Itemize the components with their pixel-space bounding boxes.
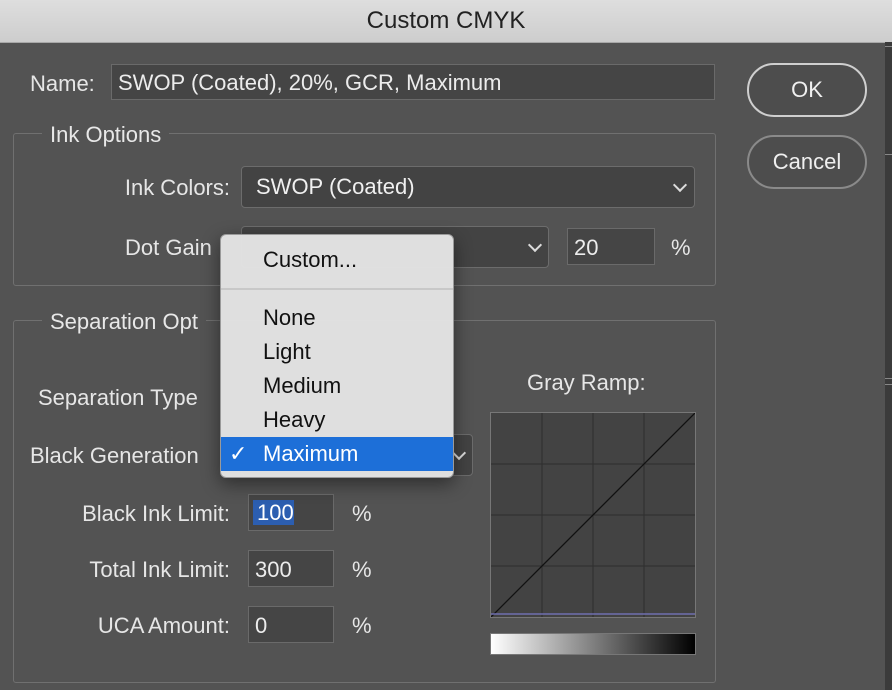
chevron-down-icon [672,177,688,193]
gray-ramp-curve [491,413,695,617]
black-ink-limit-value: 100 [253,500,294,525]
window-title: Custom CMYK [366,7,526,34]
name-field[interactable]: SWOP (Coated), 20%, GCR, Maximum [111,64,715,100]
checkmark-icon: ✓ [229,441,248,466]
total-ink-limit-label: Total Ink Limit: [89,557,230,582]
black-ink-limit-unit: % [352,501,372,526]
chevron-down-icon [451,445,467,461]
menu-item-maximum[interactable]: ✓ Maximum [221,437,453,471]
ink-colors-value: SWOP (Coated) [256,174,415,199]
menu-item-light[interactable]: Light [221,335,453,369]
separation-type-label: Separation Type [38,385,198,410]
menu-item-none[interactable]: None [221,301,453,335]
title-bar[interactable]: Custom CMYK [0,0,892,43]
chevron-down-icon [527,237,543,253]
dot-gain-label: Dot Gain [125,235,212,260]
dot-gain-field[interactable]: 20 [567,228,655,265]
dot-gain-unit: % [671,235,691,260]
ink-options-legend: Ink Options [42,122,170,148]
name-label: Name: [30,71,95,96]
gray-gradient-bar [490,633,696,655]
dot-gain-dropdown-menu[interactable]: Custom... None Light Medium Heavy ✓ Maxi… [220,234,454,478]
menu-item-heavy[interactable]: Heavy [221,403,453,437]
total-ink-limit-field[interactable]: 300 [248,550,334,587]
black-ink-limit-field[interactable]: 100 [248,494,334,531]
window-edge [885,42,892,690]
uca-amount-label: UCA Amount: [97,613,230,638]
black-ink-limit-label: Black Ink Limit: [82,501,230,526]
black-generation-label: Black Generation [30,443,199,468]
menu-item-medium[interactable]: Medium [221,369,453,403]
gray-ramp-label: Gray Ramp: [527,370,646,395]
ok-button[interactable]: OK [747,63,867,117]
total-ink-limit-unit: % [352,557,372,582]
menu-item-custom[interactable]: Custom... [221,243,453,277]
cancel-button[interactable]: Cancel [747,135,867,189]
uca-amount-field[interactable]: 0 [248,606,334,643]
ink-colors-label: Ink Colors: [124,175,230,200]
separation-options-legend: Separation Opt [42,309,206,335]
uca-amount-unit: % [352,613,372,638]
menu-separator [221,288,453,290]
gray-ramp-graph [490,412,696,618]
ink-colors-select[interactable]: SWOP (Coated) [241,166,695,208]
